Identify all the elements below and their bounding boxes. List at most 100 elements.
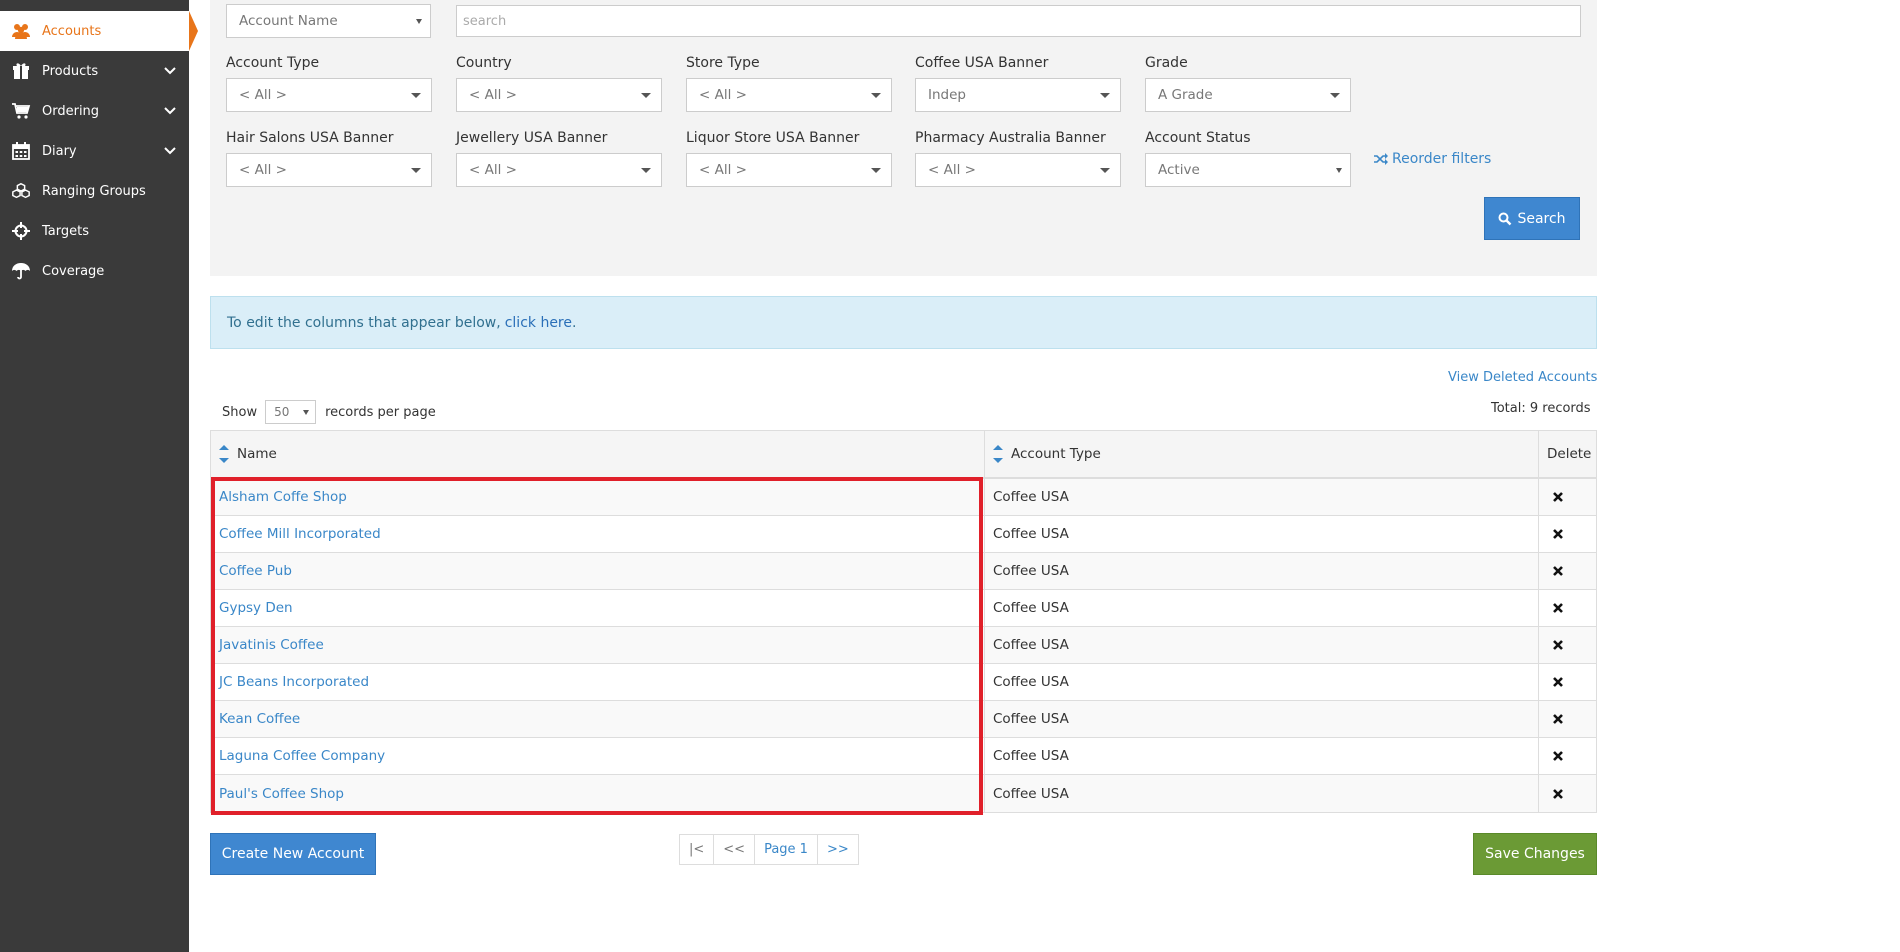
sidebar-item-label: Products	[42, 63, 99, 79]
name-cell: Gypsy Den	[211, 590, 985, 626]
caret-down-icon	[871, 168, 881, 173]
filter-value: < All >	[239, 162, 287, 178]
search-icon	[1498, 212, 1512, 225]
caret-down-icon	[1100, 168, 1110, 173]
sidebar-item-diary[interactable]: Diary	[0, 131, 189, 171]
caret-down-icon	[1330, 93, 1340, 98]
next-page-button[interactable]: >>	[816, 834, 859, 865]
sidebar-item-ordering[interactable]: Ordering	[0, 91, 189, 131]
pagination: |< << Page 1 >>	[679, 834, 859, 865]
info-text: To edit the columns that appear below,	[227, 314, 501, 331]
edit-columns-link[interactable]: click here	[505, 315, 572, 331]
filter-coffee-usa-banner-select[interactable]: Indep	[915, 78, 1121, 112]
account-type-cell: Coffee USA	[985, 701, 1539, 737]
reorder-filters-label: Reorder filters	[1392, 151, 1492, 167]
account-type-cell: Coffee USA	[985, 590, 1539, 626]
account-link[interactable]: Kean Coffee	[219, 711, 300, 727]
reorder-filters-link[interactable]: Reorder filters	[1374, 151, 1491, 167]
table-row: Javatinis Coffee Coffee USA	[211, 627, 1596, 664]
sidebar-item-products[interactable]: Products	[0, 51, 189, 91]
close-icon[interactable]	[1552, 528, 1564, 540]
sort-icon[interactable]	[219, 445, 229, 463]
account-type-cell: Coffee USA	[985, 479, 1539, 515]
filter-label-jewellery-usa-banner: Jewellery USA Banner	[456, 130, 608, 146]
cart-icon	[0, 101, 42, 121]
account-link[interactable]: Javatinis Coffee	[219, 637, 324, 653]
save-changes-button[interactable]: Save Changes	[1473, 833, 1597, 875]
current-page[interactable]: Page 1	[754, 834, 818, 865]
name-cell: Coffee Mill Incorporated	[211, 516, 985, 552]
search-input[interactable]	[456, 5, 1581, 37]
filter-value: < All >	[699, 87, 747, 103]
name-column-header[interactable]: Name	[211, 431, 985, 477]
sidebar-item-targets[interactable]: Targets	[0, 211, 189, 251]
per-page-select[interactable]: 50	[265, 400, 317, 424]
delete-cell	[1539, 738, 1596, 774]
close-icon[interactable]	[1552, 676, 1564, 688]
close-icon[interactable]	[1552, 491, 1564, 503]
caret-down-icon	[303, 410, 310, 415]
account-link[interactable]: JC Beans Incorporated	[219, 674, 369, 690]
filter-label-liquor-store-usa-banner: Liquor Store USA Banner	[686, 130, 860, 146]
filter-value: < All >	[239, 87, 287, 103]
filter-account-type-select[interactable]: < All >	[226, 78, 432, 112]
table-row: Kean Coffee Coffee USA	[211, 701, 1596, 738]
account-link[interactable]: Gypsy Den	[219, 600, 293, 616]
close-icon[interactable]	[1552, 639, 1564, 651]
total-records: Total: 9 records	[1491, 401, 1591, 416]
filter-account-status-select[interactable]: Active	[1145, 153, 1351, 187]
gift-icon	[0, 61, 42, 81]
account-link[interactable]: Laguna Coffee Company	[219, 748, 385, 764]
close-icon[interactable]	[1552, 602, 1564, 614]
account-link[interactable]: Paul's Coffee Shop	[219, 786, 344, 802]
filter-store-type-select[interactable]: < All >	[686, 78, 892, 112]
filter-hair-salons-usa-banner-select[interactable]: < All >	[226, 153, 432, 187]
account-link[interactable]: Alsham Coffe Shop	[219, 489, 347, 505]
sidebar-item-coverage[interactable]: Coverage	[0, 251, 189, 291]
account-type-cell: Coffee USA	[985, 516, 1539, 552]
create-new-account-button[interactable]: Create New Account	[210, 833, 376, 875]
table-row: Paul's Coffee Shop Coffee USA	[211, 775, 1596, 812]
sidebar-item-label: Ordering	[42, 103, 100, 119]
filter-liquor-store-usa-banner-select[interactable]: < All >	[686, 153, 892, 187]
umbrella-icon	[0, 261, 42, 281]
filter-value: Active	[1158, 162, 1200, 178]
close-icon[interactable]	[1552, 788, 1564, 800]
table-body: Alsham Coffe Shop Coffee USA Coffee Mill …	[211, 479, 1596, 812]
sidebar: Accounts Products Ordering Diary Ranging…	[0, 0, 198, 952]
search-button[interactable]: Search	[1484, 197, 1580, 240]
sidebar-item-accounts[interactable]: Accounts	[0, 11, 198, 51]
name-cell: Laguna Coffee Company	[211, 738, 985, 774]
account-link[interactable]: Coffee Mill Incorporated	[219, 526, 381, 542]
filter-label-account-type: Account Type	[226, 55, 320, 71]
filter-pharmacy-australia-banner-select[interactable]: < All >	[915, 153, 1121, 187]
account-link[interactable]: Coffee Pub	[219, 563, 292, 579]
sort-icon[interactable]	[993, 445, 1003, 463]
caret-down-icon	[1100, 93, 1110, 98]
show-label: Show	[222, 404, 258, 420]
table-row: JC Beans Incorporated Coffee USA	[211, 664, 1596, 701]
filter-value: A Grade	[1158, 87, 1213, 103]
close-icon[interactable]	[1552, 565, 1564, 577]
filter-grade-select[interactable]: A Grade	[1145, 78, 1351, 112]
name-header-label: Name	[237, 446, 277, 462]
caret-down-icon	[1336, 168, 1342, 173]
table-header: Name Account Type Delete	[211, 431, 1596, 479]
view-deleted-accounts-link[interactable]: View Deleted Accounts	[1448, 370, 1597, 385]
filter-country-select[interactable]: < All >	[456, 78, 662, 112]
filter-jewellery-usa-banner-select[interactable]: < All >	[456, 153, 662, 187]
table-row: Alsham Coffe Shop Coffee USA	[211, 479, 1596, 516]
prev-page-button[interactable]: <<	[713, 834, 756, 865]
random-icon	[1374, 153, 1388, 165]
close-icon[interactable]	[1552, 713, 1564, 725]
account-type-cell: Coffee USA	[985, 775, 1539, 812]
search-field-select[interactable]: Account Name	[226, 4, 431, 38]
sidebar-item-label: Targets	[42, 223, 89, 239]
chevron-down-icon	[164, 67, 176, 75]
account-type-column-header[interactable]: Account Type	[985, 431, 1539, 477]
records-per-page: Show 50 records per page	[222, 400, 436, 424]
close-icon[interactable]	[1552, 750, 1564, 762]
sidebar-item-ranging-groups[interactable]: Ranging Groups	[0, 171, 189, 211]
cubes-icon	[0, 181, 42, 201]
first-page-button[interactable]: |<	[679, 834, 715, 865]
